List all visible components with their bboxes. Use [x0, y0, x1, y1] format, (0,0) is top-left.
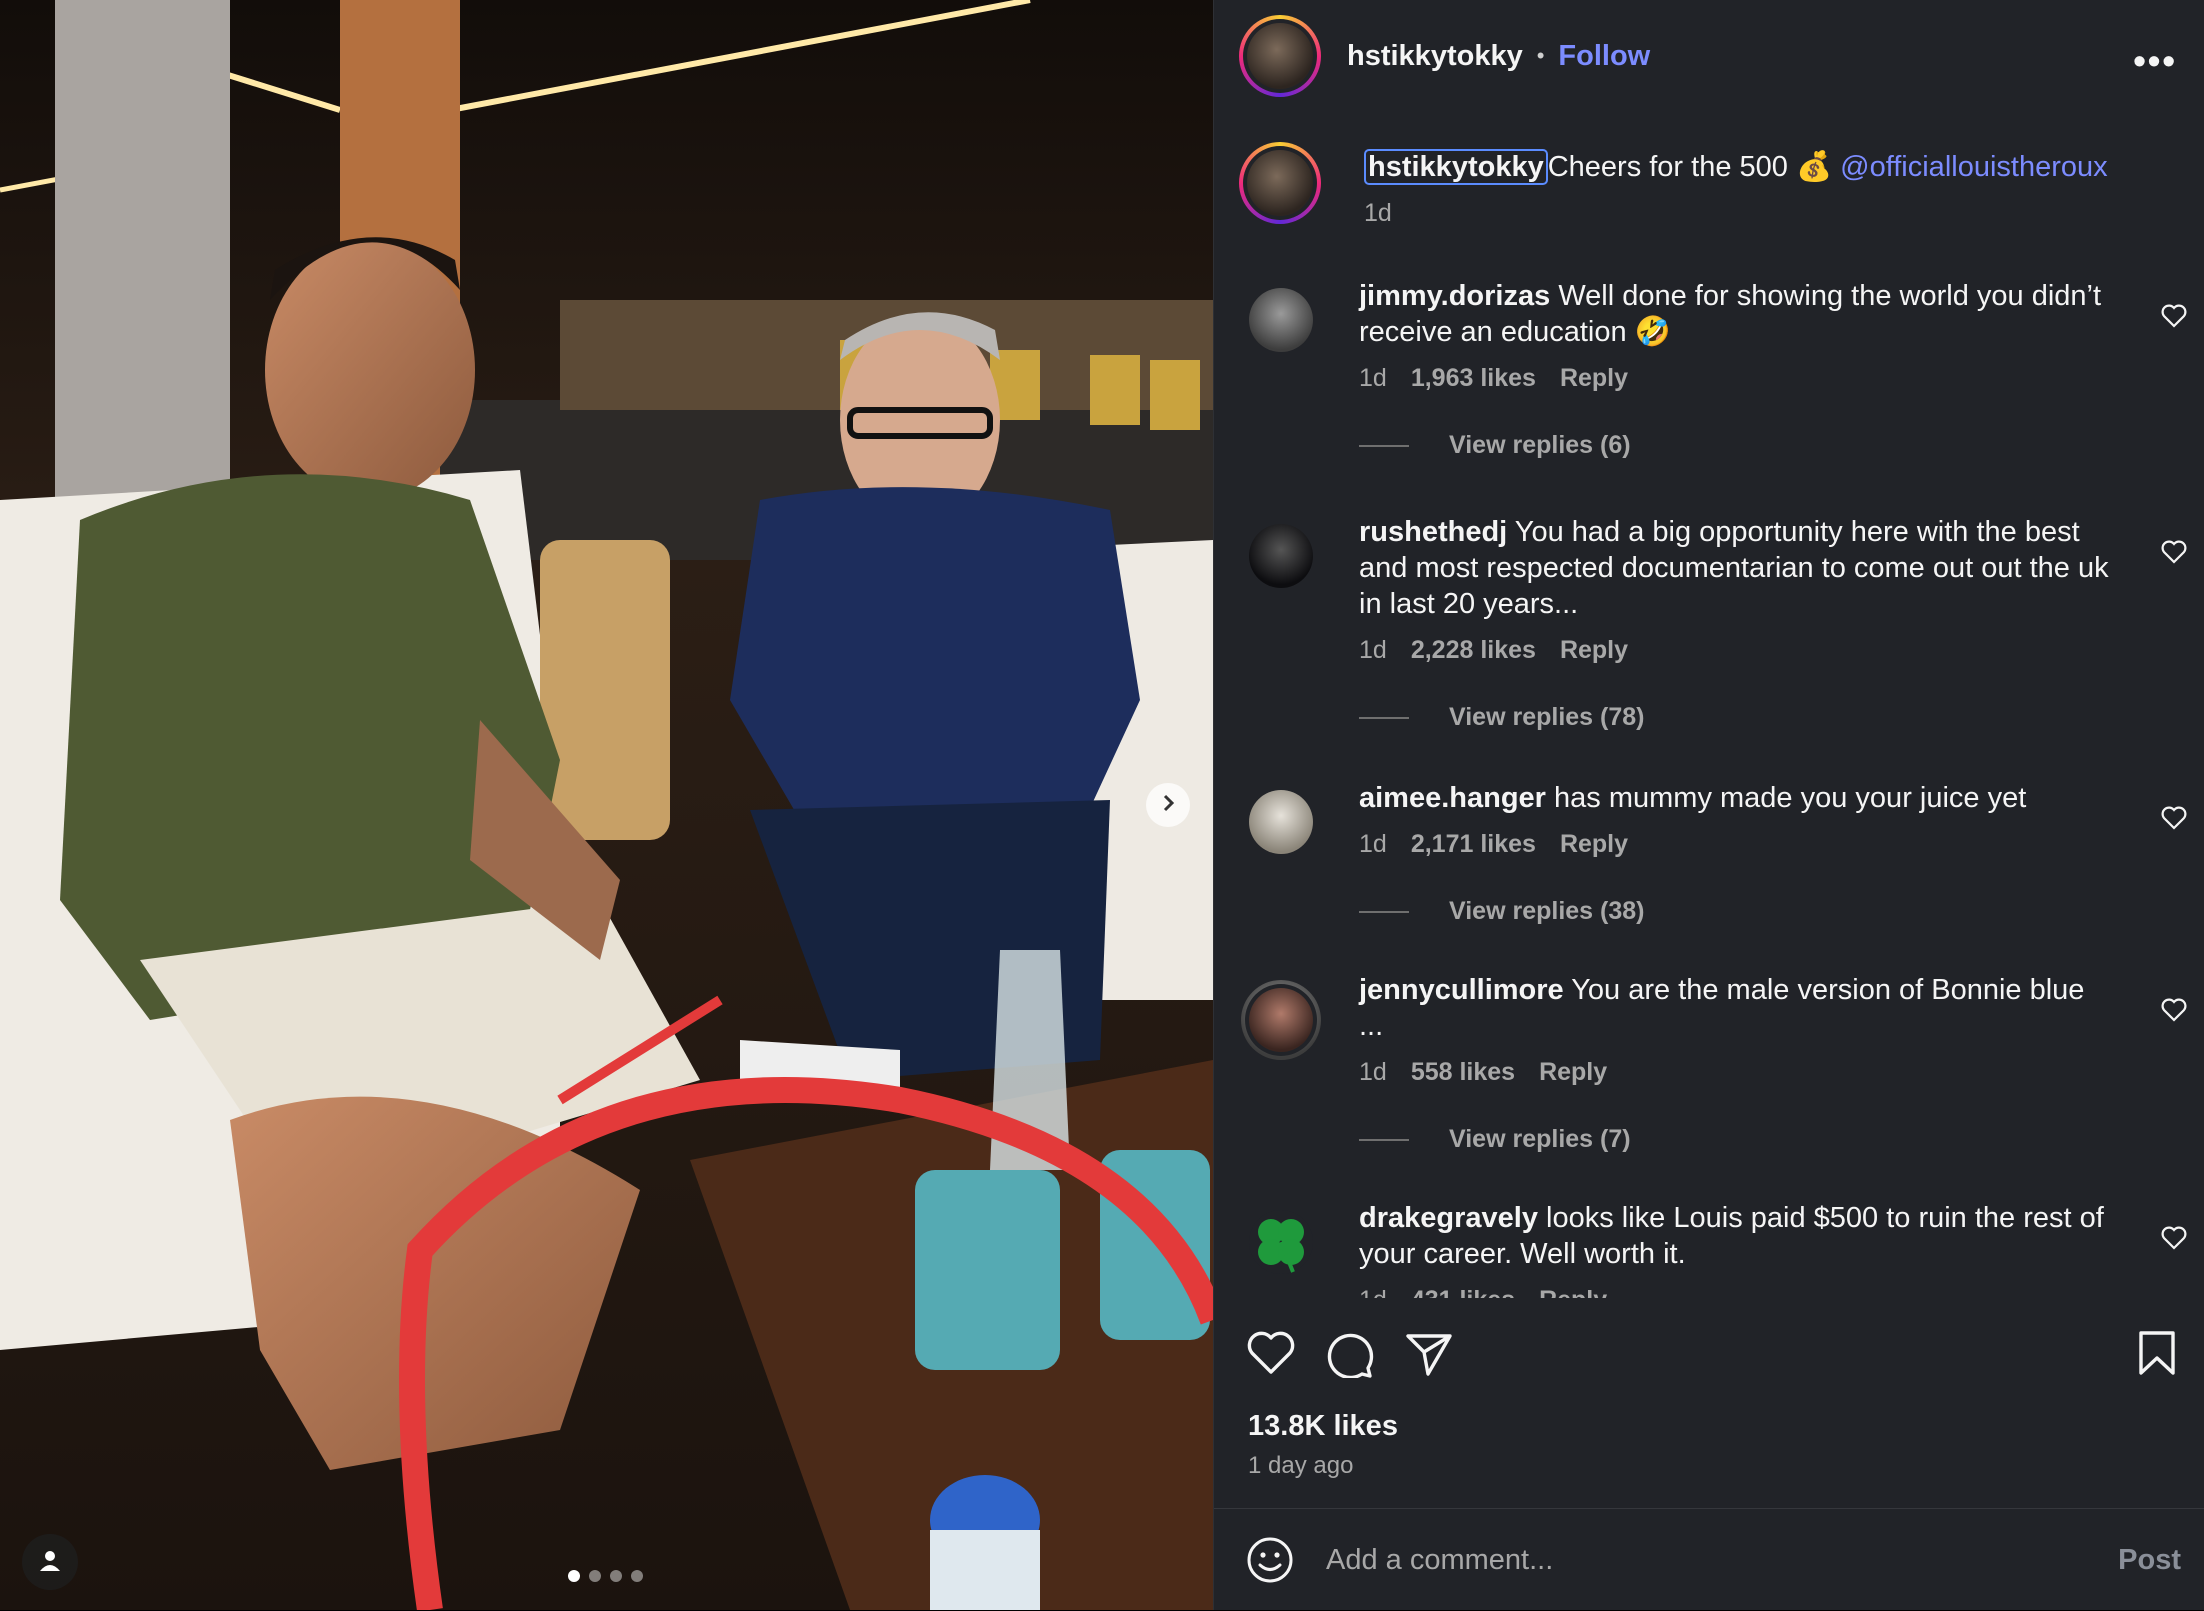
- post-details-panel: hstikkytokky • Follow ••• hstikkytokky Ch…: [1213, 0, 2204, 1610]
- chevron-right-icon: [1158, 793, 1178, 818]
- bookmark-icon[interactable]: [2137, 1330, 2177, 1376]
- comment-item: drakegravely looks like Louis paid $500 …: [1214, 1200, 2204, 1298]
- carousel-dot: [631, 1570, 643, 1582]
- comment-likes[interactable]: 431 likes: [1411, 1286, 1515, 1298]
- reply-button[interactable]: Reply: [1539, 1058, 1607, 1087]
- view-replies-label: View replies (6): [1449, 431, 1631, 459]
- like-comment-icon[interactable]: [2161, 806, 2187, 830]
- view-replies-label: View replies (78): [1449, 703, 1645, 731]
- post-photo: [0, 0, 1213, 1610]
- view-replies-label: View replies (7): [1449, 1125, 1631, 1153]
- tagged-users-button[interactable]: [22, 1534, 78, 1590]
- carousel-dot: [589, 1570, 601, 1582]
- view-replies-label: View replies (38): [1449, 897, 1645, 925]
- comment-composer: Post: [1214, 1508, 2204, 1611]
- post-author-username[interactable]: hstikkytokky: [1347, 40, 1523, 73]
- comment-item: aimee.hanger has mummy made you your jui…: [1214, 780, 2204, 926]
- comment-likes[interactable]: 2,171 likes: [1411, 830, 1536, 859]
- comment-item: jimmy.dorizas Well done for showing the …: [1214, 278, 2204, 460]
- commenter-avatar[interactable]: [1249, 790, 1313, 854]
- reply-button[interactable]: Reply: [1560, 636, 1628, 665]
- reply-button[interactable]: Reply: [1560, 364, 1628, 393]
- caption-text: Cheers for the 500 💰: [1547, 151, 1833, 183]
- commenter-username[interactable]: drakegravely: [1359, 1202, 1538, 1234]
- caption-username[interactable]: hstikkytokky: [1364, 149, 1548, 185]
- caption-avatar[interactable]: [1239, 142, 1321, 224]
- comment-likes[interactable]: 558 likes: [1411, 1058, 1515, 1087]
- comment-likes[interactable]: 1,963 likes: [1411, 364, 1536, 393]
- avatar[interactable]: [1239, 15, 1321, 97]
- comment-time: 1d: [1359, 364, 1387, 392]
- user-tag-icon: [37, 1547, 63, 1578]
- like-comment-icon[interactable]: [2161, 998, 2187, 1022]
- post-timestamp: 1 day ago: [1248, 1452, 1354, 1479]
- clover-icon: [1258, 1219, 1304, 1273]
- comment-time: 1d: [1359, 636, 1387, 664]
- commenter-avatar[interactable]: [1241, 980, 1321, 1060]
- commenter-avatar[interactable]: [1249, 288, 1313, 352]
- comment-icon[interactable]: [1324, 1330, 1374, 1378]
- comments-list: jimmy.dorizas Well done for showing the …: [1214, 268, 2204, 1298]
- post-actions-bar: [1246, 1330, 2177, 1380]
- comment-likes[interactable]: 2,228 likes: [1411, 636, 1536, 665]
- view-replies-button[interactable]: View replies (6): [1359, 431, 2115, 460]
- view-replies-button[interactable]: View replies (7): [1359, 1125, 2115, 1154]
- comment-time: 1d: [1359, 1286, 1387, 1298]
- comment-item: jennycullimore You are the male version …: [1214, 972, 2204, 1154]
- comment-time: 1d: [1359, 830, 1387, 858]
- commenter-username[interactable]: jimmy.dorizas: [1359, 280, 1550, 312]
- comment-time: 1d: [1359, 1058, 1387, 1086]
- heart-icon[interactable]: [1246, 1330, 1296, 1376]
- comment-input[interactable]: [1324, 1542, 2119, 1578]
- emoji-icon[interactable]: [1246, 1536, 1294, 1584]
- reply-button[interactable]: Reply: [1560, 830, 1628, 859]
- commenter-username[interactable]: rushethedj: [1359, 516, 1507, 548]
- commenter-avatar[interactable]: [1249, 1210, 1313, 1274]
- comment-text: has mummy made you your juice yet: [1554, 782, 2027, 814]
- like-comment-icon[interactable]: [2161, 1226, 2187, 1250]
- comment-item: rushethedj You had a big opportunity her…: [1214, 514, 2204, 732]
- commenter-avatar[interactable]: [1249, 524, 1313, 588]
- view-replies-button[interactable]: View replies (38): [1359, 897, 2115, 926]
- commenter-username[interactable]: jennycullimore: [1359, 974, 1564, 1006]
- share-icon[interactable]: [1404, 1330, 1454, 1378]
- more-options-button[interactable]: •••: [2133, 40, 2177, 82]
- separator-dot: •: [1536, 43, 1545, 68]
- commenter-username[interactable]: aimee.hanger: [1359, 782, 1546, 814]
- like-comment-icon[interactable]: [2161, 540, 2187, 564]
- carousel-next-button[interactable]: [1146, 783, 1190, 827]
- caption-time: 1d: [1364, 199, 1392, 227]
- post-likes-count[interactable]: 13.8K likes: [1248, 1410, 1398, 1443]
- reply-button[interactable]: Reply: [1539, 1286, 1607, 1298]
- like-comment-icon[interactable]: [2161, 304, 2187, 328]
- carousel-indicator: [568, 1570, 643, 1582]
- follow-button[interactable]: Follow: [1558, 40, 1650, 73]
- carousel-dot: [568, 1570, 580, 1582]
- carousel-dot: [610, 1570, 622, 1582]
- post-caption: hstikkytokky Cheers for the 500 💰 @offici…: [1239, 142, 2179, 232]
- caption-mention-link[interactable]: @officiallouistheroux: [1840, 151, 2108, 183]
- post-media: [0, 0, 1213, 1610]
- view-replies-button[interactable]: View replies (78): [1359, 703, 2115, 732]
- post-comment-button[interactable]: Post: [2118, 1544, 2181, 1577]
- post-header: hstikkytokky • Follow •••: [1239, 15, 2204, 97]
